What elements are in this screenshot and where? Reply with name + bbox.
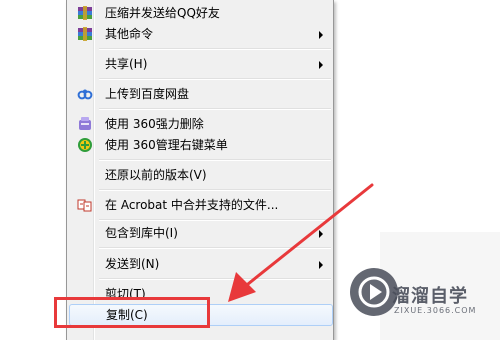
watermark-title: 溜溜自学 [392, 286, 468, 307]
watermark-logo-icon [350, 268, 398, 316]
watermark: 溜溜自学 ZIXUE.3066.COM [350, 268, 480, 326]
watermark-subtitle: ZIXUE.3066.COM [394, 306, 477, 315]
